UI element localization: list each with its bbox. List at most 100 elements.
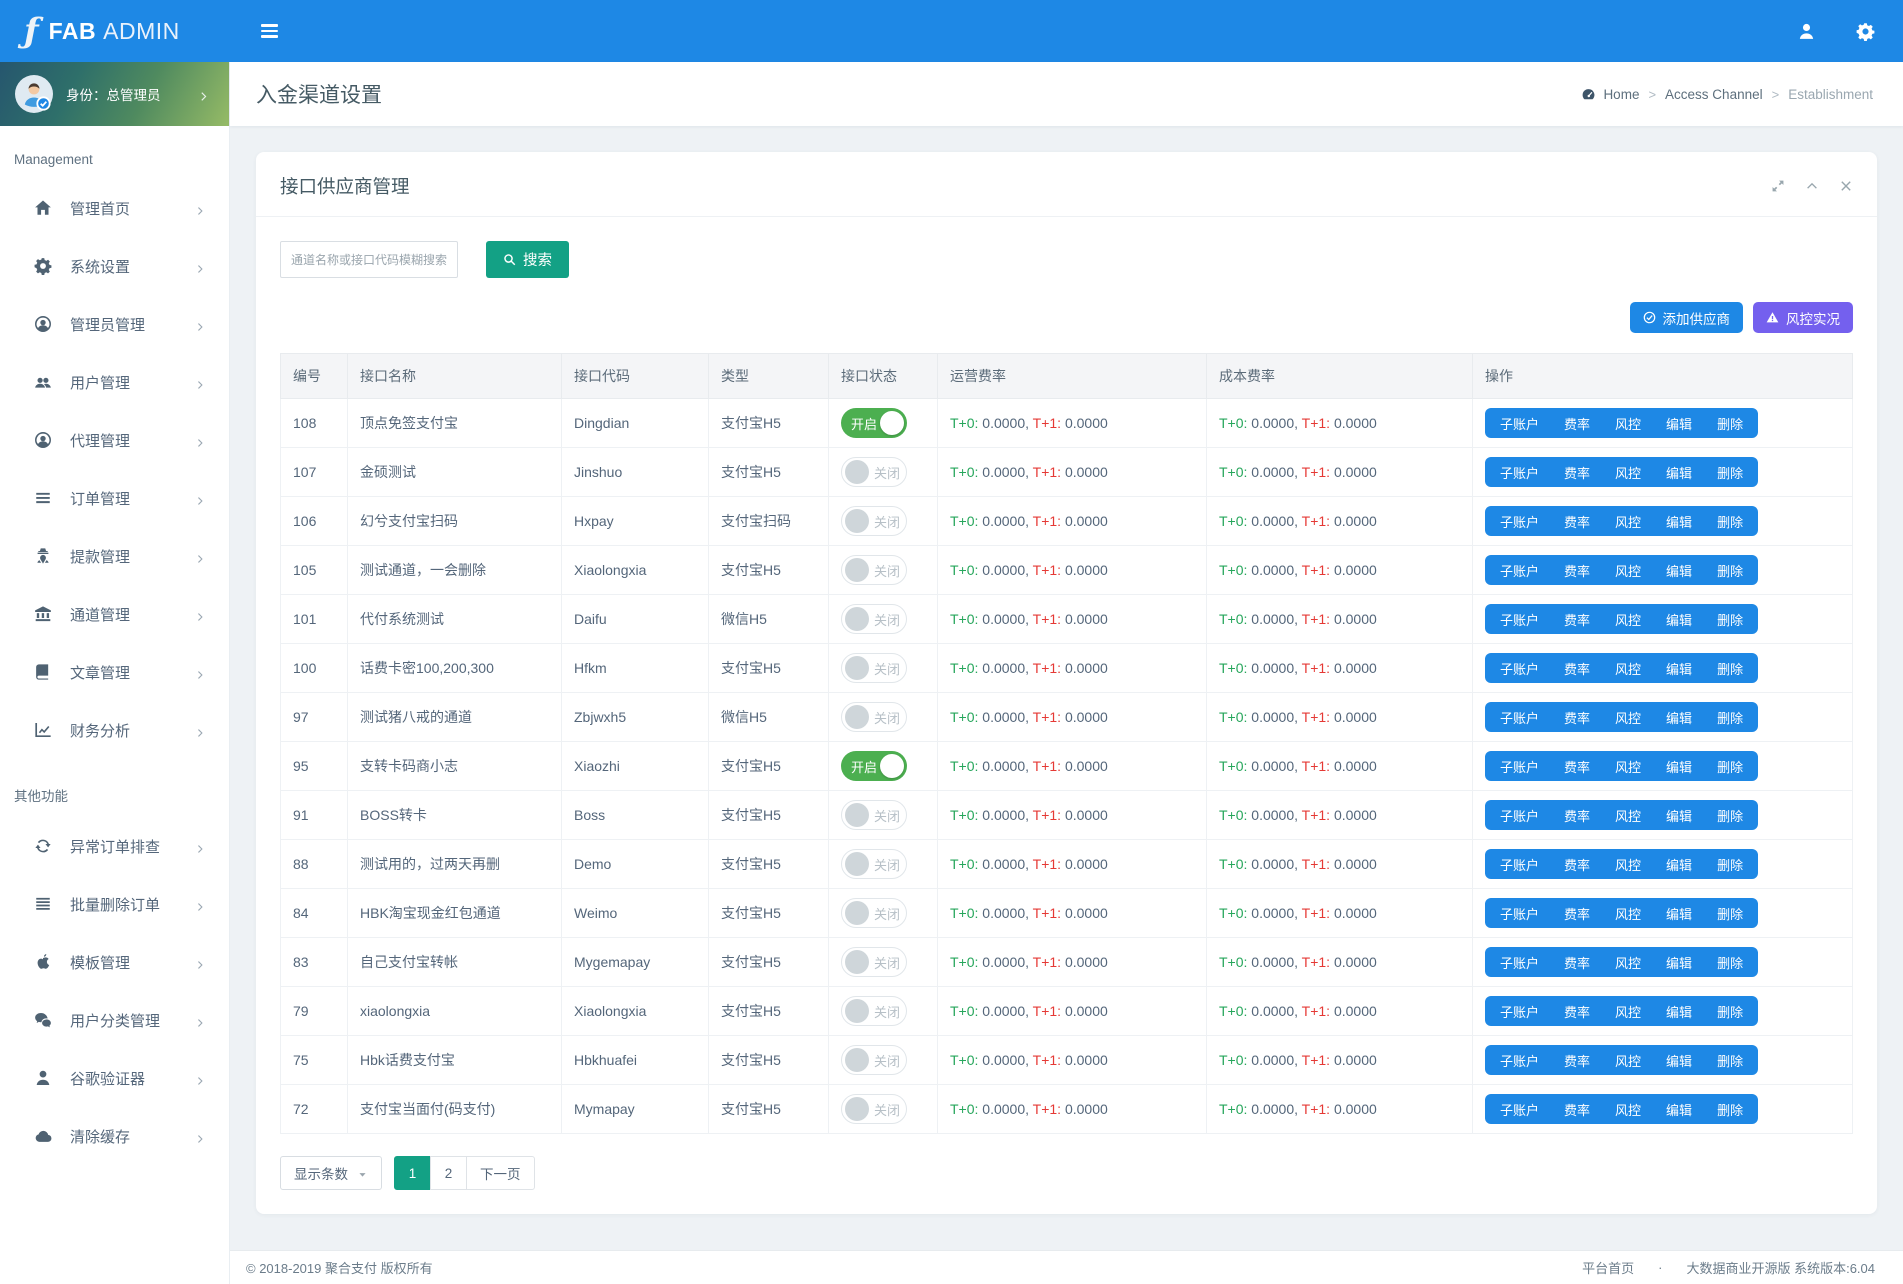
row-action-risk[interactable]: 风控: [1615, 1100, 1641, 1119]
sidebar-item-order-management[interactable]: 订单管理: [0, 469, 229, 527]
row-action-edit[interactable]: 编辑: [1666, 659, 1692, 678]
status-toggle[interactable]: 关闭: [841, 555, 907, 585]
row-action-subaccount[interactable]: 子账户: [1500, 708, 1539, 727]
row-action-subaccount[interactable]: 子账户: [1500, 414, 1539, 433]
row-action-rate[interactable]: 费率: [1564, 414, 1590, 433]
row-action-rate[interactable]: 费率: [1564, 855, 1590, 874]
status-toggle[interactable]: 关闭: [841, 1094, 907, 1124]
brand-logo[interactable]: ƒ FAB ADMIN: [0, 14, 230, 48]
row-action-delete[interactable]: 删除: [1717, 659, 1743, 678]
status-toggle[interactable]: 关闭: [841, 457, 907, 487]
row-action-delete[interactable]: 删除: [1717, 1051, 1743, 1070]
row-action-risk[interactable]: 风控: [1615, 1002, 1641, 1021]
sidebar-profile[interactable]: 身份：总管理员: [0, 62, 229, 126]
row-action-subaccount[interactable]: 子账户: [1500, 561, 1539, 580]
row-action-rate[interactable]: 费率: [1564, 610, 1590, 629]
row-action-rate[interactable]: 费率: [1564, 1100, 1590, 1119]
status-toggle[interactable]: 关闭: [841, 604, 907, 634]
row-action-rate[interactable]: 费率: [1564, 953, 1590, 972]
status-toggle[interactable]: 关闭: [841, 898, 907, 928]
row-action-subaccount[interactable]: 子账户: [1500, 855, 1539, 874]
row-action-subaccount[interactable]: 子账户: [1500, 659, 1539, 678]
sidebar-item-agent-management[interactable]: 代理管理: [0, 411, 229, 469]
search-input[interactable]: [280, 241, 458, 278]
status-toggle[interactable]: 开启: [841, 408, 907, 438]
row-action-edit[interactable]: 编辑: [1666, 904, 1692, 923]
row-action-risk[interactable]: 风控: [1615, 414, 1641, 433]
breadcrumb-item[interactable]: Access Channel: [1665, 87, 1763, 102]
row-action-delete[interactable]: 删除: [1717, 512, 1743, 531]
row-action-rate[interactable]: 费率: [1564, 512, 1590, 531]
row-action-risk[interactable]: 风控: [1615, 659, 1641, 678]
row-action-edit[interactable]: 编辑: [1666, 414, 1692, 433]
sidebar-item-abnormal-order-check[interactable]: 异常订单排查: [0, 817, 229, 875]
expand-icon[interactable]: [1771, 179, 1785, 193]
row-action-subaccount[interactable]: 子账户: [1500, 463, 1539, 482]
row-action-risk[interactable]: 风控: [1615, 708, 1641, 727]
row-action-delete[interactable]: 删除: [1717, 1002, 1743, 1021]
row-action-delete[interactable]: 删除: [1717, 463, 1743, 482]
row-action-edit[interactable]: 编辑: [1666, 757, 1692, 776]
user-menu-icon[interactable]: [1797, 22, 1816, 41]
row-action-subaccount[interactable]: 子账户: [1500, 953, 1539, 972]
close-icon[interactable]: [1839, 179, 1853, 193]
row-action-edit[interactable]: 编辑: [1666, 610, 1692, 629]
page-button-2[interactable]: 2: [430, 1156, 467, 1190]
row-action-delete[interactable]: 删除: [1717, 806, 1743, 825]
row-action-rate[interactable]: 费率: [1564, 904, 1590, 923]
row-action-risk[interactable]: 风控: [1615, 1051, 1641, 1070]
page-size-dropdown[interactable]: 显示条数: [280, 1156, 382, 1190]
status-toggle[interactable]: 关闭: [841, 702, 907, 732]
status-toggle[interactable]: 开启: [841, 751, 907, 781]
sidebar-item-admin-home[interactable]: 管理首页: [0, 179, 229, 237]
platform-home-link[interactable]: 平台首页: [1582, 1258, 1634, 1277]
row-action-edit[interactable]: 编辑: [1666, 953, 1692, 972]
row-action-edit[interactable]: 编辑: [1666, 1051, 1692, 1070]
search-button[interactable]: 搜索: [486, 241, 569, 278]
row-action-risk[interactable]: 风控: [1615, 904, 1641, 923]
sidebar-toggle-button[interactable]: [257, 20, 282, 42]
row-action-risk[interactable]: 风控: [1615, 757, 1641, 776]
next-page-button[interactable]: 下一页: [466, 1156, 535, 1190]
sidebar-item-admin-management[interactable]: 管理员管理: [0, 295, 229, 353]
status-toggle[interactable]: 关闭: [841, 1045, 907, 1075]
sidebar-item-article-management[interactable]: 文章管理: [0, 643, 229, 701]
row-action-edit[interactable]: 编辑: [1666, 512, 1692, 531]
row-action-risk[interactable]: 风控: [1615, 463, 1641, 482]
row-action-risk[interactable]: 风控: [1615, 806, 1641, 825]
row-action-edit[interactable]: 编辑: [1666, 561, 1692, 580]
row-action-subaccount[interactable]: 子账户: [1500, 904, 1539, 923]
row-action-edit[interactable]: 编辑: [1666, 1100, 1692, 1119]
sidebar-item-channel-management[interactable]: 通道管理: [0, 585, 229, 643]
collapse-chevron-up-icon[interactable]: [1805, 179, 1819, 193]
row-action-edit[interactable]: 编辑: [1666, 463, 1692, 482]
sidebar-item-batch-delete-orders[interactable]: 批量删除订单: [0, 875, 229, 933]
row-action-subaccount[interactable]: 子账户: [1500, 1051, 1539, 1070]
status-toggle[interactable]: 关闭: [841, 947, 907, 977]
row-action-edit[interactable]: 编辑: [1666, 1002, 1692, 1021]
sidebar-item-template-management[interactable]: 模板管理: [0, 933, 229, 991]
row-action-edit[interactable]: 编辑: [1666, 708, 1692, 727]
sidebar-item-clear-cache[interactable]: 清除缓存: [0, 1107, 229, 1165]
status-toggle[interactable]: 关闭: [841, 506, 907, 536]
status-toggle[interactable]: 关闭: [841, 653, 907, 683]
sidebar-item-finance-analysis[interactable]: 财务分析: [0, 701, 229, 759]
row-action-subaccount[interactable]: 子账户: [1500, 1100, 1539, 1119]
sidebar-item-google-authenticator[interactable]: 谷歌验证器: [0, 1049, 229, 1107]
row-action-edit[interactable]: 编辑: [1666, 806, 1692, 825]
sidebar-item-withdraw-management[interactable]: 提款管理: [0, 527, 229, 585]
breadcrumb-item[interactable]: Home: [1581, 87, 1639, 102]
page-button-1[interactable]: 1: [394, 1156, 431, 1190]
row-action-delete[interactable]: 删除: [1717, 757, 1743, 776]
row-action-edit[interactable]: 编辑: [1666, 855, 1692, 874]
sidebar-item-user-category-management[interactable]: 用户分类管理: [0, 991, 229, 1049]
row-action-risk[interactable]: 风控: [1615, 561, 1641, 580]
row-action-subaccount[interactable]: 子账户: [1500, 1002, 1539, 1021]
status-toggle[interactable]: 关闭: [841, 800, 907, 830]
row-action-subaccount[interactable]: 子账户: [1500, 512, 1539, 531]
row-action-subaccount[interactable]: 子账户: [1500, 610, 1539, 629]
row-action-delete[interactable]: 删除: [1717, 1100, 1743, 1119]
row-action-subaccount[interactable]: 子账户: [1500, 757, 1539, 776]
row-action-delete[interactable]: 删除: [1717, 561, 1743, 580]
row-action-subaccount[interactable]: 子账户: [1500, 806, 1539, 825]
